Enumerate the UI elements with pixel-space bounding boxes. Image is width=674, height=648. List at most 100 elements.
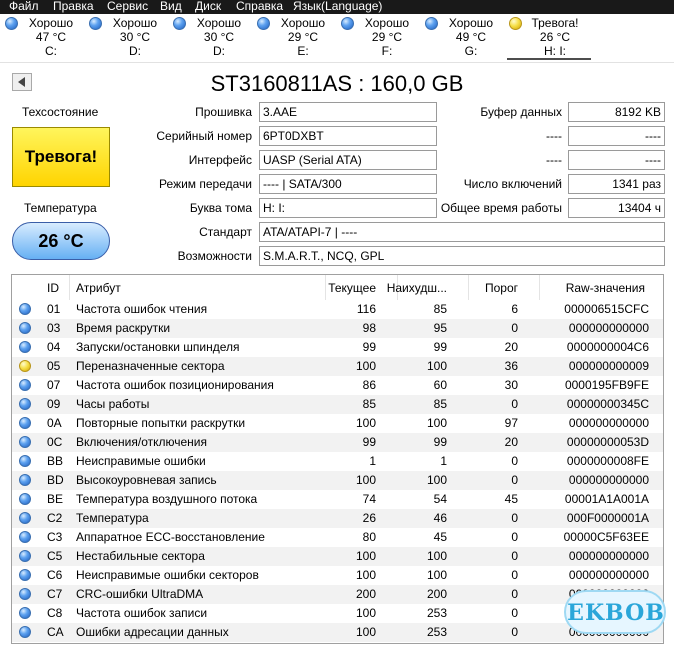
drive-tab[interactable]: Тревога! 26 °C H: I: [507,16,591,60]
drive-title: ST3160811AS : 160,0 GB [210,71,464,96]
table-row[interactable]: BE Температура воздушного потока 74 54 45 000… [12,490,663,509]
cell-id: BE [47,492,64,506]
cell-current: 26 [362,511,376,525]
column-divider [539,275,540,300]
cell-id: C7 [47,587,63,601]
table-row[interactable]: 05 Переназначенные сектора 100 100 36 0000000… [12,357,663,376]
buffer-label: Буфер данных [480,105,562,119]
firmware-label: Прошивка [195,105,252,119]
table-row[interactable]: 07 Частота ошибок позиционирования 86 60 30 0… [12,376,663,395]
drive-temp: 29 °C [287,30,319,44]
status-indicator-icon [89,17,102,30]
drive-tab[interactable]: Хорошо 30 °C D: [171,16,255,60]
table-row[interactable]: 01 Частота ошибок чтения 116 85 6 000006515CF… [12,300,663,319]
drive-tab[interactable]: Хорошо 29 °C F: [339,16,423,60]
cell-id: 09 [47,397,61,411]
table-row[interactable]: BB Неисправимые ошибки 1 1 0 0000000008FE [12,452,663,471]
drive-letter: D: [129,44,141,58]
column-header-worst[interactable]: Наихудш... [387,281,447,295]
cell-raw: 000000000000 [568,568,649,582]
standard-label: Стандарт [199,225,252,239]
cell-current: 100 [355,568,376,582]
drive-letter: G: [464,44,478,58]
cell-attr: Частота ошибок чтения [76,302,208,316]
menu-item[interactable]: Диск [195,0,221,13]
table-row[interactable]: C3 Аппаратное ECC-восстановление 80 45 0 0000… [12,528,663,547]
power-on-count-field: 1341 раз [568,174,665,194]
cell-worst: 100 [426,416,447,430]
status-indicator-icon [425,17,438,30]
cell-attr: Неисправимые ошибки секторов [76,568,259,582]
column-header-raw[interactable]: Raw-значения [566,281,645,295]
column-header-threshold[interactable]: Порог [485,281,518,295]
health-status-badge[interactable]: Тревога! [12,127,110,187]
cell-id: BB [47,454,64,468]
table-row[interactable]: C5 Нестабильные сектора 100 100 0 00000000000… [12,547,663,566]
cell-threshold: 0 [511,549,518,563]
table-row[interactable]: BD Высокоуровневая запись 100 100 0 000000000… [12,471,663,490]
cell-worst: 1 [440,454,447,468]
status-indicator-icon [5,17,18,30]
table-row[interactable]: C2 Температура 26 46 0 000F0000001A [12,509,663,528]
column-header-id[interactable]: ID [47,281,59,295]
cell-worst: 46 [433,511,447,525]
cell-threshold: 36 [504,359,518,373]
temperature-label: Температура [24,201,97,215]
drive-temp: 29 °C [371,30,403,44]
cell-id: 05 [47,359,61,373]
menu-item[interactable]: Вид [160,0,182,13]
drive-tab[interactable]: Хорошо 29 °C E: [255,16,339,60]
status-indicator-icon [19,379,31,391]
cell-worst: 45 [433,530,447,544]
cell-threshold: 6 [511,302,518,316]
status-indicator-icon [19,341,31,353]
drive-selector-bar: Хорошо 47 °C C: Хорошо 30 °C D: Хорошо 30 °C D: Х… [0,14,674,63]
cell-attr: Ошибки адресации данных [76,625,229,639]
drive-letter: C: [45,44,57,58]
cell-attr: Частота ошибок записи [76,606,208,620]
drive-tab[interactable]: Хорошо 49 °C G: [423,16,507,60]
drive-tab[interactable]: Хорошо 47 °C C: [3,16,87,60]
cell-raw: 000000000000 [568,416,649,430]
status-indicator-icon [19,360,31,372]
table-row[interactable]: 0A Повторные попытки раскрутки 100 100 97 000… [12,414,663,433]
column-header-current[interactable]: Текущее [328,281,376,295]
cell-raw: 000000000000 [568,549,649,563]
menu-item[interactable]: Справка [236,0,283,13]
temperature-badge[interactable]: 26 °C [12,222,110,260]
cell-current: 100 [355,549,376,563]
status-indicator-icon [19,607,31,619]
cell-attr: Неисправимые ошибки [76,454,206,468]
table-row[interactable]: 03 Время раскрутки 98 95 0 000000000000 [12,319,663,338]
status-indicator-icon [19,493,31,505]
cell-attr: Температура [76,511,149,525]
status-indicator-icon [19,569,31,581]
table-row[interactable]: 04 Запуски/остановки шпинделя 99 99 20 000000… [12,338,663,357]
drive-tab[interactable]: Хорошо 30 °C D: [87,16,171,60]
cell-worst: 253 [426,625,447,639]
cell-threshold: 0 [511,625,518,639]
cell-attr: Температура воздушного потока [76,492,258,506]
status-indicator-icon [19,626,31,638]
column-header-attribute[interactable]: Атрибут [76,281,121,295]
cell-threshold: 0 [511,568,518,582]
cell-current: 200 [355,587,376,601]
cell-worst: 100 [426,473,447,487]
menu-item[interactable]: Сервис [107,0,148,13]
cell-raw: 000006515CFC [564,302,649,316]
menu-item[interactable]: Файл [9,0,39,13]
cell-worst: 99 [433,340,447,354]
cell-raw: 000F0000001A [566,511,649,525]
menu-item[interactable]: Язык(Language) [293,0,382,13]
cell-threshold: 45 [504,492,518,506]
table-row[interactable]: 0C Включения/отключения 99 99 20 00000000053D [12,433,663,452]
cell-attr: Высокоуровневая запись [76,473,217,487]
menu-item[interactable]: Правка [53,0,94,13]
table-row[interactable]: 09 Часы работы 85 85 0 00000000345C [12,395,663,414]
cell-current: 100 [355,473,376,487]
health-status-label: Техсостояние [22,105,99,119]
cell-id: 03 [47,321,61,335]
cell-worst: 100 [426,359,447,373]
cell-current: 100 [355,625,376,639]
cell-worst: 200 [426,587,447,601]
